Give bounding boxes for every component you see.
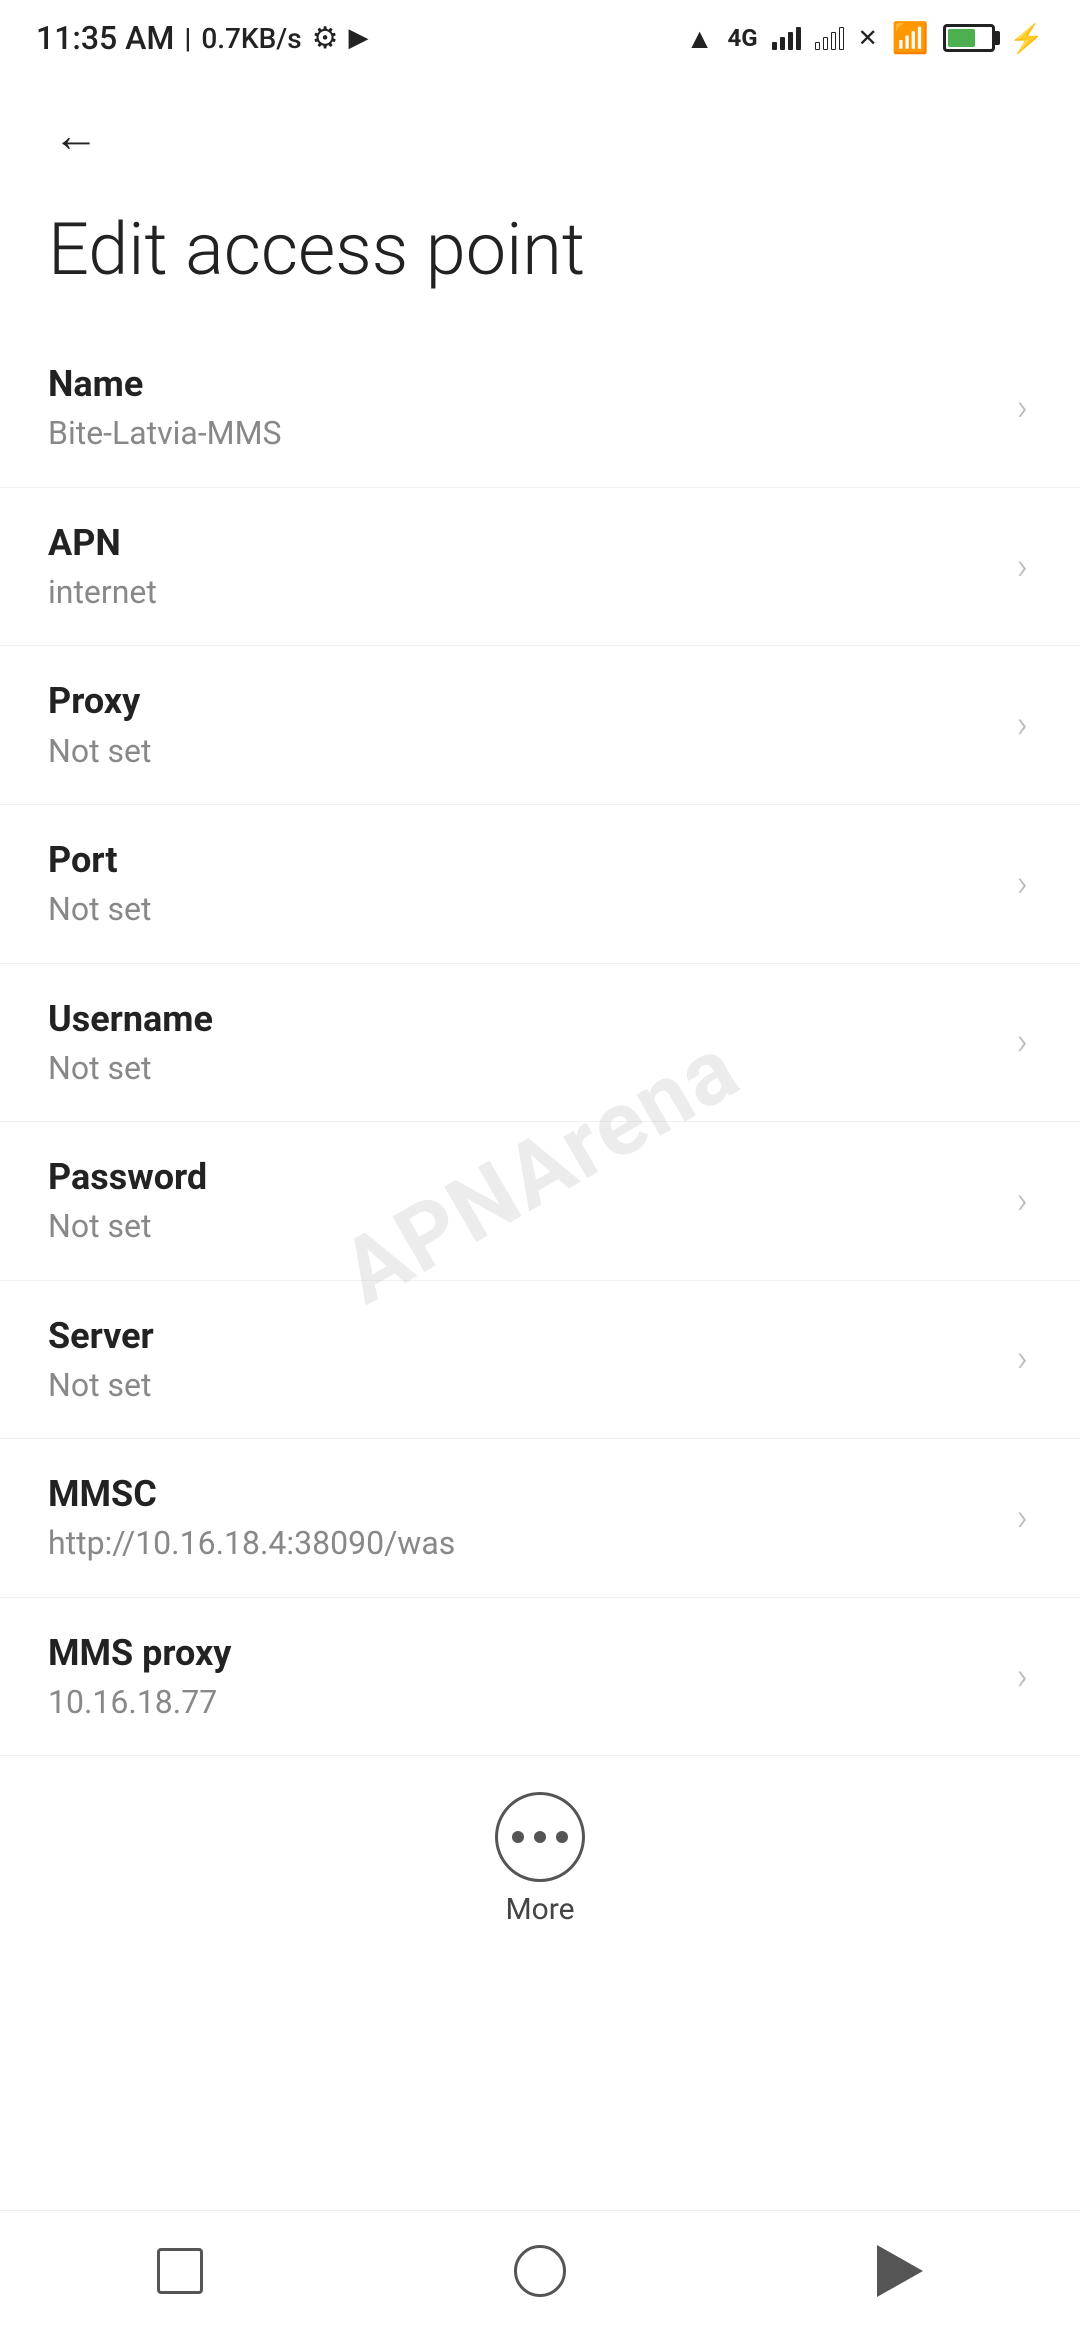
settings-item-username[interactable]: Username Not set › bbox=[0, 964, 1080, 1123]
settings-item-password-content: Password Not set bbox=[48, 1156, 997, 1246]
chevron-right-icon-name: › bbox=[1017, 386, 1028, 430]
settings-item-mms-proxy[interactable]: MMS proxy 10.16.18.77 › bbox=[0, 1598, 1080, 1757]
settings-item-username-label: Username bbox=[48, 998, 997, 1041]
signal-bars-1 bbox=[772, 26, 801, 50]
battery-fill bbox=[948, 29, 975, 47]
settings-item-proxy[interactable]: Proxy Not set › bbox=[0, 646, 1080, 805]
settings-item-password[interactable]: Password Not set › bbox=[0, 1122, 1080, 1281]
battery-lightning: ⚡ bbox=[1009, 22, 1044, 55]
settings-item-server-content: Server Not set bbox=[48, 1315, 997, 1405]
settings-item-username-value: Not set bbox=[48, 1049, 997, 1087]
settings-item-mms-proxy-label: MMS proxy bbox=[48, 1632, 997, 1675]
settings-item-port-content: Port Not set bbox=[48, 839, 997, 929]
settings-item-apn-content: APN internet bbox=[48, 522, 997, 612]
chevron-right-icon-server: › bbox=[1017, 1337, 1028, 1381]
settings-item-server[interactable]: Server Not set › bbox=[0, 1281, 1080, 1440]
no-signal-icon: ✕ bbox=[858, 24, 878, 52]
battery-icon bbox=[943, 24, 995, 52]
nav-home-button[interactable] bbox=[500, 2231, 580, 2311]
page-title: Edit access point bbox=[48, 210, 1032, 289]
chevron-right-icon-mmsc: › bbox=[1017, 1496, 1028, 1540]
back-nav-icon bbox=[877, 2245, 923, 2297]
home-icon bbox=[514, 2245, 566, 2297]
status-bar: 11:35 AM | 0.7KB/s ⚙ ▶ ▲ 4G bbox=[0, 0, 1080, 72]
settings-icon: ⚙ bbox=[312, 21, 339, 56]
settings-item-name-content: Name Bite-Latvia-MMS bbox=[48, 363, 997, 453]
more-dots-icon bbox=[512, 1831, 568, 1843]
page-title-area: Edit access point bbox=[0, 182, 1080, 329]
wifi-icon: 📶 bbox=[892, 21, 929, 56]
settings-item-proxy-content: Proxy Not set bbox=[48, 680, 997, 770]
more-button[interactable] bbox=[495, 1792, 585, 1882]
settings-list: Name Bite-Latvia-MMS › APN internet › Pr… bbox=[0, 329, 1080, 1756]
settings-item-port-value: Not set bbox=[48, 890, 997, 928]
settings-item-mmsc-value: http://10.16.18.4:38090/was bbox=[48, 1524, 997, 1562]
more-dot-3 bbox=[556, 1831, 568, 1843]
settings-item-proxy-label: Proxy bbox=[48, 680, 997, 723]
settings-item-proxy-value: Not set bbox=[48, 732, 997, 770]
network-type: 4G bbox=[728, 24, 758, 52]
settings-item-port[interactable]: Port Not set › bbox=[0, 805, 1080, 964]
bottom-nav bbox=[0, 2210, 1080, 2340]
settings-item-password-label: Password bbox=[48, 1156, 997, 1199]
settings-item-username-content: Username Not set bbox=[48, 998, 997, 1088]
settings-item-apn-label: APN bbox=[48, 522, 997, 565]
back-button-area: ← bbox=[0, 72, 1080, 182]
status-left: 11:35 AM | 0.7KB/s ⚙ ▶ bbox=[36, 19, 369, 57]
settings-item-mmsc-label: MMSC bbox=[48, 1473, 997, 1516]
chevron-right-icon-port: › bbox=[1017, 862, 1028, 906]
bluetooth-icon: ▲ bbox=[686, 22, 714, 55]
chevron-right-icon-password: › bbox=[1017, 1179, 1028, 1223]
chevron-right-icon-username: › bbox=[1017, 1020, 1028, 1064]
back-button[interactable]: ← bbox=[40, 100, 112, 172]
settings-item-apn[interactable]: APN internet › bbox=[0, 488, 1080, 647]
settings-item-mmsc-content: MMSC http://10.16.18.4:38090/was bbox=[48, 1473, 997, 1563]
settings-item-apn-value: internet bbox=[48, 573, 997, 611]
settings-item-name[interactable]: Name Bite-Latvia-MMS › bbox=[0, 329, 1080, 488]
signal-bars-2 bbox=[815, 26, 844, 50]
network-speed: | bbox=[184, 22, 191, 55]
recent-apps-icon bbox=[157, 2248, 203, 2294]
settings-item-port-label: Port bbox=[48, 839, 997, 882]
network-speed-value: 0.7KB/s bbox=[201, 22, 301, 55]
status-right: ▲ 4G ✕ 📶 ⚡ bbox=[686, 21, 1044, 56]
settings-item-server-value: Not set bbox=[48, 1366, 997, 1404]
time-display: 11:35 AM bbox=[36, 19, 174, 57]
back-arrow-icon: ← bbox=[53, 113, 99, 159]
nav-back-button[interactable] bbox=[860, 2231, 940, 2311]
more-dot-2 bbox=[534, 1831, 546, 1843]
more-button-area: More bbox=[0, 1756, 1080, 1947]
nav-recent-apps-button[interactable] bbox=[140, 2231, 220, 2311]
video-icon: ▶ bbox=[349, 23, 369, 53]
chevron-right-icon-apn: › bbox=[1017, 545, 1028, 589]
settings-item-server-label: Server bbox=[48, 1315, 997, 1358]
settings-item-name-value: Bite-Latvia-MMS bbox=[48, 414, 997, 452]
settings-item-mmsc[interactable]: MMSC http://10.16.18.4:38090/was › bbox=[0, 1439, 1080, 1598]
more-dot-1 bbox=[512, 1831, 524, 1843]
chevron-right-icon-proxy: › bbox=[1017, 703, 1028, 747]
settings-item-name-label: Name bbox=[48, 363, 997, 406]
settings-item-mms-proxy-value: 10.16.18.77 bbox=[48, 1683, 997, 1721]
settings-item-password-value: Not set bbox=[48, 1207, 997, 1245]
more-button-label: More bbox=[505, 1892, 574, 1927]
settings-item-mms-proxy-content: MMS proxy 10.16.18.77 bbox=[48, 1632, 997, 1722]
chevron-right-icon-mms-proxy: › bbox=[1017, 1655, 1028, 1699]
